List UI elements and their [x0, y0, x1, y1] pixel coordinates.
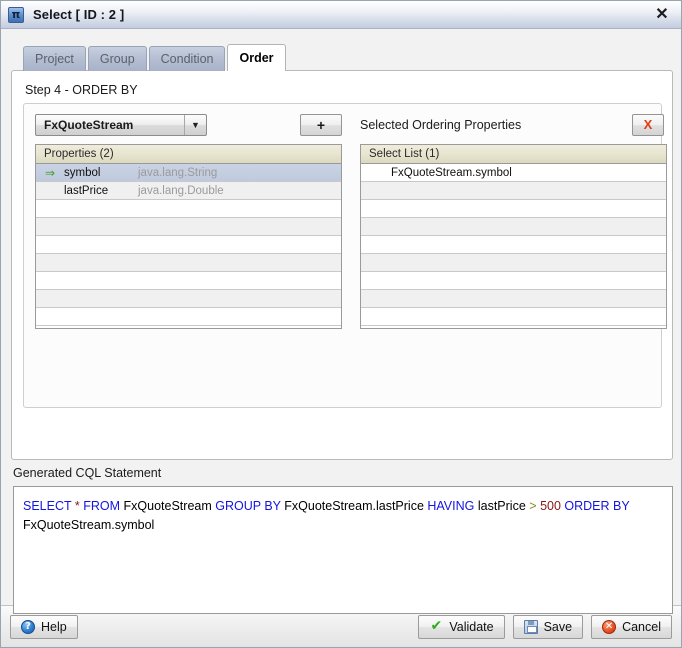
empty-row: [36, 254, 341, 272]
empty-row: [36, 290, 341, 308]
cql-token-kw: GROUP BY: [215, 499, 281, 513]
cql-token-lit: 500: [540, 499, 561, 513]
empty-row: [361, 308, 666, 326]
cql-token-kw: ORDER BY: [564, 499, 630, 513]
select-list-header: Select List (1): [361, 145, 666, 164]
empty-row: [36, 218, 341, 236]
property-row[interactable]: lastPrice java.lang.Double: [36, 182, 341, 200]
add-ordering-property-button[interactable]: +: [300, 114, 342, 136]
cql-token-plain: lastPrice: [474, 499, 530, 513]
tab-order[interactable]: Order: [227, 44, 286, 71]
cql-token-plain: FxQuoteStream.symbol: [23, 518, 155, 532]
cql-token-kw: SELECT: [23, 499, 72, 513]
help-button[interactable]: ? Help: [10, 614, 78, 639]
close-icon[interactable]: ✕: [651, 4, 673, 26]
title-bar: π Select [ ID : 2 ] ✕: [1, 1, 681, 29]
help-button-label: Help: [41, 619, 67, 634]
remove-ordering-property-button[interactable]: X: [632, 114, 664, 136]
cql-token-plain: FxQuoteStream.lastPrice: [280, 499, 428, 513]
empty-row: [361, 236, 666, 254]
select-list-rows: FxQuoteStream.symbol: [361, 164, 666, 326]
window-title: Select [ ID : 2 ]: [33, 7, 125, 22]
properties-list: Properties (2) ⇒ symbol java.lang.String la…: [35, 144, 342, 329]
tab-group[interactable]: Group: [87, 46, 147, 71]
cql-token-op: >: [529, 499, 537, 513]
empty-row: [361, 218, 666, 236]
properties-list-header: Properties (2): [36, 145, 341, 164]
select-list: Select List (1) FxQuoteStream.symbol: [360, 144, 667, 329]
check-icon: ✔: [430, 617, 443, 634]
floppy-icon: [523, 619, 538, 634]
select-dialog-window: π Select [ ID : 2 ] ✕ Project Group Cond…: [0, 0, 682, 648]
property-row[interactable]: ⇒ symbol java.lang.String: [36, 164, 341, 182]
dialog-content: Project Group Condition Order Step 4 - O…: [1, 29, 681, 614]
property-name: symbol: [64, 166, 101, 179]
empty-row: [361, 272, 666, 290]
property-type: java.lang.Double: [138, 184, 224, 197]
help-icon: ?: [21, 619, 35, 634]
empty-row: [36, 272, 341, 290]
property-type: java.lang.String: [138, 166, 218, 179]
order-tab-panel: Step 4 - ORDER BY FxQuoteStream ▼ + Sele…: [11, 70, 673, 460]
select-list-row[interactable]: FxQuoteStream.symbol: [361, 164, 666, 182]
save-button[interactable]: Save: [512, 614, 584, 639]
empty-row: [361, 182, 666, 200]
validate-button[interactable]: ✔ Validate: [418, 614, 505, 639]
tab-condition[interactable]: Condition: [148, 46, 226, 71]
empty-row: [361, 290, 666, 308]
select-list-item-label: FxQuoteStream.symbol: [391, 166, 512, 179]
empty-row: [36, 236, 341, 254]
cql-token-kw: FROM: [83, 499, 121, 513]
property-name: lastPrice: [64, 184, 109, 197]
tab-project[interactable]: Project: [23, 46, 86, 71]
cancel-button[interactable]: ✕ Cancel: [591, 614, 672, 639]
empty-row: [36, 308, 341, 326]
save-button-label: Save: [543, 619, 573, 634]
tab-bar: Project Group Condition Order: [23, 44, 288, 71]
chevron-down-icon: ▼: [184, 115, 206, 135]
generated-cql-statement: SELECT * FROM FxQuoteStream GROUP BY FxQ…: [13, 486, 673, 614]
generated-cql-label: Generated CQL Statement: [13, 466, 162, 480]
pi-icon: π: [8, 6, 24, 23]
properties-rows: ⇒ symbol java.lang.String lastPrice java.lan…: [36, 164, 341, 326]
cancel-icon: ✕: [602, 619, 617, 634]
cql-token-kw: HAVING: [427, 499, 475, 513]
validate-button-label: Validate: [449, 619, 494, 634]
cancel-button-label: Cancel: [622, 619, 661, 634]
source-stream-value: FxQuoteStream: [44, 118, 134, 132]
empty-row: [36, 200, 341, 218]
empty-row: [361, 254, 666, 272]
selected-ordering-properties-title: Selected Ordering Properties: [360, 118, 522, 132]
step-title: Step 4 - ORDER BY: [25, 83, 138, 97]
source-stream-dropdown[interactable]: FxQuoteStream ▼: [35, 114, 207, 136]
cql-token-plain: FxQuoteStream: [120, 499, 216, 513]
order-group-box: FxQuoteStream ▼ + Selected Ordering Prop…: [23, 103, 667, 408]
empty-row: [361, 200, 666, 218]
selected-arrow-icon: ⇒: [44, 165, 56, 180]
